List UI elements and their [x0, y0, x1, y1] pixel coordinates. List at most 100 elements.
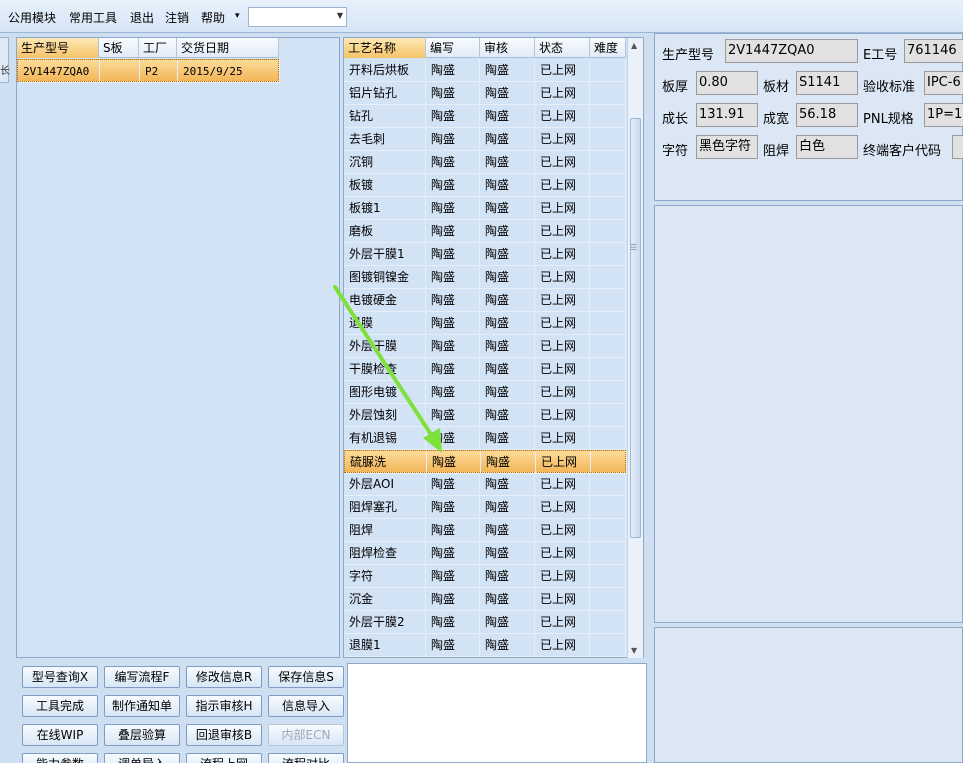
table-row[interactable]: 阻焊 陶盛 陶盛 已上网: [344, 519, 626, 542]
process-cell-status[interactable]: 已上网: [535, 174, 590, 197]
field-legend[interactable]: 黑色字符: [696, 135, 758, 159]
col-header-model[interactable]: 生产型号: [17, 38, 99, 58]
process-cell-status[interactable]: 已上网: [535, 611, 590, 634]
process-cell-reviewer[interactable]: 陶盛: [480, 128, 535, 151]
process-cell-difficulty[interactable]: [590, 174, 626, 197]
process-cell-writer[interactable]: 陶盛: [426, 404, 480, 427]
process-cell-writer[interactable]: 陶盛: [426, 59, 480, 82]
process-cell-name[interactable]: 磨板: [344, 220, 426, 243]
field-model[interactable]: 2V1447ZQA0: [725, 39, 858, 63]
process-cell-status[interactable]: 已上网: [535, 358, 590, 381]
process-cell-name[interactable]: 外层AOI: [344, 473, 426, 496]
order-cell-factory[interactable]: P2: [140, 60, 178, 83]
process-cell-writer[interactable]: 陶盛: [426, 197, 480, 220]
process-cell-reviewer[interactable]: 陶盛: [480, 82, 535, 105]
process-cell-difficulty[interactable]: [590, 496, 626, 519]
field-standard[interactable]: IPC-6: [924, 71, 963, 95]
process-cell-status[interactable]: 已上网: [535, 197, 590, 220]
field-e-no[interactable]: 761146: [904, 39, 963, 63]
process-cell-name[interactable]: 沉金: [344, 588, 426, 611]
process-cell-reviewer[interactable]: 陶盛: [480, 358, 535, 381]
process-cell-writer[interactable]: 陶盛: [426, 335, 480, 358]
process-cell-reviewer[interactable]: 陶盛: [480, 335, 535, 358]
table-row[interactable]: 2V1447ZQA0 P2 2015/9/25: [17, 59, 280, 83]
process-cell-status[interactable]: 已上网: [535, 220, 590, 243]
process-cell-name[interactable]: 图形电镀: [344, 381, 426, 404]
process-cell-writer[interactable]: 陶盛: [426, 565, 480, 588]
process-cell-reviewer[interactable]: 陶盛: [480, 197, 535, 220]
process-cell-writer[interactable]: 陶盛: [426, 151, 480, 174]
process-cell-name[interactable]: 退膜: [344, 312, 426, 335]
process-cell-writer[interactable]: 陶盛: [426, 220, 480, 243]
process-cell-difficulty[interactable]: [590, 243, 626, 266]
process-cell-name[interactable]: 干膜检查: [344, 358, 426, 381]
process-cell-difficulty[interactable]: [591, 451, 627, 474]
process-cell-status[interactable]: 已上网: [535, 381, 590, 404]
process-cell-difficulty[interactable]: [590, 151, 626, 174]
process-cell-status[interactable]: 已上网: [535, 473, 590, 496]
process-cell-reviewer[interactable]: 陶盛: [480, 381, 535, 404]
process-cell-status[interactable]: 已上网: [535, 243, 590, 266]
process-cell-writer[interactable]: 陶盛: [426, 105, 480, 128]
process-cell-reviewer[interactable]: 陶盛: [480, 105, 535, 128]
table-row[interactable]: 板镀1 陶盛 陶盛 已上网: [344, 197, 626, 220]
table-row[interactable]: 外层蚀刻 陶盛 陶盛 已上网: [344, 404, 626, 427]
process-cell-status[interactable]: 已上网: [535, 565, 590, 588]
col-header-status[interactable]: 状态: [535, 38, 590, 58]
process-cell-difficulty[interactable]: [590, 312, 626, 335]
field-width[interactable]: 56.18: [796, 103, 858, 127]
table-row[interactable]: 电镀硬金 陶盛 陶盛 已上网: [344, 289, 626, 312]
process-cell-reviewer[interactable]: 陶盛: [480, 266, 535, 289]
process-cell-reviewer[interactable]: 陶盛: [480, 243, 535, 266]
process-cell-name[interactable]: 退膜1: [344, 634, 426, 657]
process-cell-writer[interactable]: 陶盛: [426, 588, 480, 611]
process-cell-reviewer[interactable]: 陶盛: [480, 519, 535, 542]
process-cell-name[interactable]: 外层蚀刻: [344, 404, 426, 427]
online-wip-button[interactable]: 在线WIP: [22, 724, 98, 746]
process-cell-reviewer[interactable]: 陶盛: [480, 427, 535, 450]
order-cell-model[interactable]: 2V1447ZQA0: [18, 60, 100, 83]
order-cell-date[interactable]: 2015/9/25: [178, 60, 280, 83]
rollback-review-button[interactable]: 回退审核B: [186, 724, 262, 746]
table-row[interactable]: 阻焊检查 陶盛 陶盛 已上网: [344, 542, 626, 565]
flow-online-button[interactable]: 流程上网: [186, 753, 262, 763]
process-cell-name[interactable]: 沉铜: [344, 151, 426, 174]
info-import-button[interactable]: 信息导入: [268, 695, 344, 717]
col-header-s-board[interactable]: S板: [99, 38, 139, 58]
left-collapse-tab[interactable]: 长: [0, 37, 10, 83]
process-cell-reviewer[interactable]: 陶盛: [480, 312, 535, 335]
col-header-factory[interactable]: 工厂: [139, 38, 177, 58]
process-cell-status[interactable]: 已上网: [535, 105, 590, 128]
menu-public-module[interactable]: 公用模块: [8, 9, 56, 26]
process-cell-difficulty[interactable]: [590, 59, 626, 82]
table-row[interactable]: 退膜1 陶盛 陶盛 已上网: [344, 634, 626, 657]
process-cell-reviewer[interactable]: 陶盛: [480, 634, 535, 657]
process-cell-name[interactable]: 去毛刺: [344, 128, 426, 151]
process-cell-reviewer[interactable]: 陶盛: [480, 473, 535, 496]
chevron-down-icon[interactable]: ▾: [235, 11, 240, 21]
process-cell-writer[interactable]: 陶盛: [426, 496, 480, 519]
process-cell-status[interactable]: 已上网: [535, 335, 590, 358]
process-cell-difficulty[interactable]: [590, 197, 626, 220]
scroll-thumb[interactable]: [630, 118, 641, 538]
save-info-button[interactable]: 保存信息S: [268, 666, 344, 688]
process-cell-name[interactable]: 阻焊: [344, 519, 426, 542]
table-row[interactable]: 硫脲洗 陶盛 陶盛 已上网: [344, 450, 627, 474]
combo-dropdown-icon[interactable]: ▼: [337, 11, 343, 20]
process-cell-name[interactable]: 字符: [344, 565, 426, 588]
process-cell-name[interactable]: 有机退锡: [344, 427, 426, 450]
process-cell-writer[interactable]: 陶盛: [426, 634, 480, 657]
process-cell-difficulty[interactable]: [590, 588, 626, 611]
table-row[interactable]: 退膜 陶盛 陶盛 已上网: [344, 312, 626, 335]
field-thickness[interactable]: 0.80: [696, 71, 758, 95]
process-cell-name[interactable]: 阻焊塞孔: [344, 496, 426, 519]
table-row[interactable]: 有机退锡 陶盛 陶盛 已上网: [344, 427, 626, 450]
process-cell-status[interactable]: 已上网: [536, 451, 591, 474]
process-cell-reviewer[interactable]: 陶盛: [480, 496, 535, 519]
process-cell-reviewer[interactable]: 陶盛: [480, 59, 535, 82]
process-cell-difficulty[interactable]: [590, 335, 626, 358]
table-row[interactable]: 板镀 陶盛 陶盛 已上网: [344, 174, 626, 197]
process-cell-status[interactable]: 已上网: [535, 404, 590, 427]
process-cell-name[interactable]: 阻焊检查: [344, 542, 426, 565]
process-cell-status[interactable]: 已上网: [535, 82, 590, 105]
